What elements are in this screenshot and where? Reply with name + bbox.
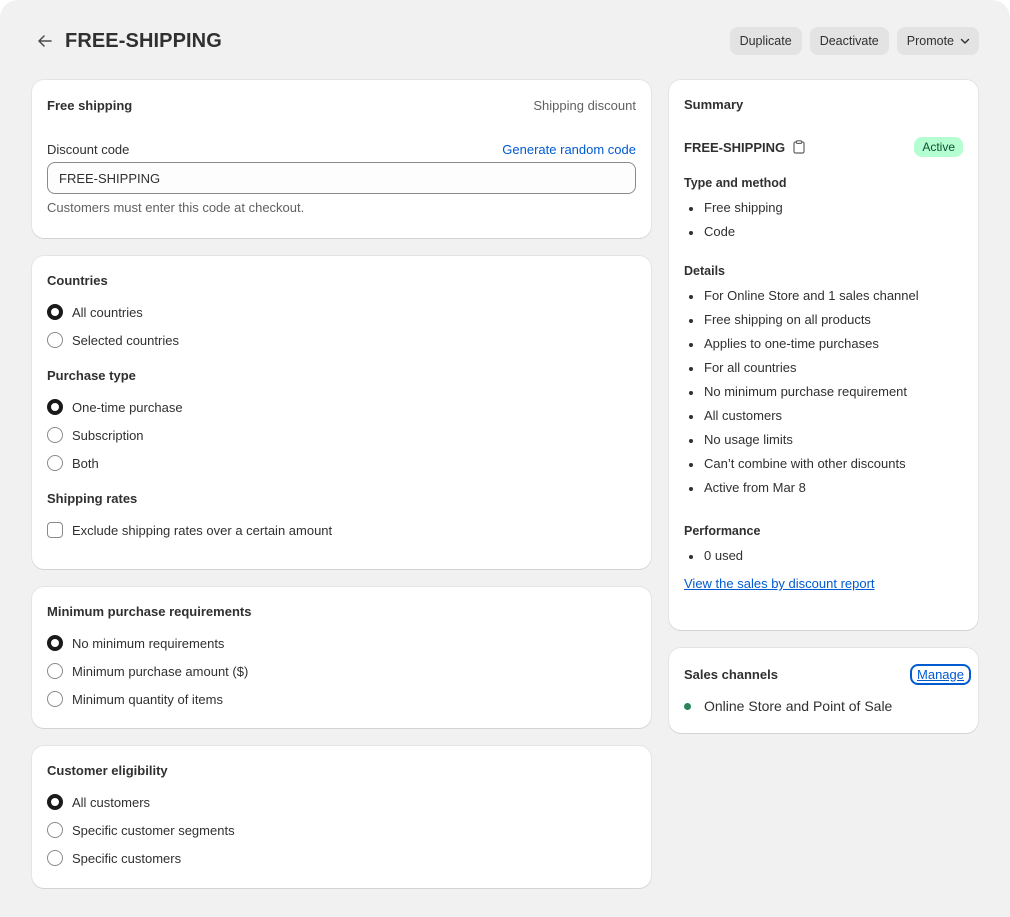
promote-button[interactable]: Promote: [896, 27, 979, 55]
minimum-requirements-card: Minimum purchase requirements No minimum…: [32, 587, 651, 728]
radio-one-time-purchase[interactable]: One-time purchase: [47, 393, 636, 421]
discount-code-help-text: Customers must enter this code at checko…: [47, 200, 305, 215]
radio-minimum-amount[interactable]: Minimum purchase amount ($): [47, 657, 636, 685]
minimum-requirements-title: Minimum purchase requirements: [47, 604, 252, 619]
shipping-rates-title: Shipping rates: [47, 491, 138, 506]
option-label: Minimum quantity of items: [72, 691, 223, 707]
summary-title: Summary: [684, 97, 744, 112]
manage-channels-button[interactable]: Manage: [910, 663, 971, 685]
list-item: Code: [684, 220, 963, 244]
radio-all-customers[interactable]: All customers: [47, 788, 636, 816]
radio-all-countries[interactable]: All countries: [47, 298, 636, 326]
discount-code-label: Discount code: [47, 141, 130, 157]
radio-selected-countries[interactable]: Selected countries: [47, 326, 636, 354]
list-item: For Online Store and 1 sales channel: [684, 284, 963, 308]
list-item: No usage limits: [684, 428, 963, 452]
list-item: No minimum purchase requirement: [684, 380, 963, 404]
radio-both[interactable]: Both: [47, 449, 636, 477]
performance-list: 0 used: [684, 544, 963, 568]
option-label: Both: [72, 455, 99, 471]
list-item: Can’t combine with other discounts: [684, 452, 963, 476]
sales-channels-title: Sales channels: [684, 666, 778, 682]
discount-type-label: Shipping discount: [533, 97, 636, 113]
option-label: Specific customers: [72, 850, 182, 866]
option-label: Subscription: [72, 427, 144, 443]
radio-no-minimum[interactable]: No minimum requirements: [47, 629, 636, 657]
duplicate-button[interactable]: Duplicate: [729, 27, 802, 55]
arrow-left-icon: [38, 35, 52, 47]
purchase-type-radio-group: One-time purchase Subscription Both: [47, 393, 636, 477]
type-method-title: Type and method: [684, 176, 787, 190]
option-label: Specific customer segments: [72, 822, 235, 838]
radio-unselected[interactable]: [47, 332, 63, 348]
details-title: Details: [684, 264, 725, 278]
chevron-down-icon: [960, 38, 970, 44]
list-item: Free shipping on all products: [684, 308, 963, 332]
page-frame: FREE-SHIPPING Duplicate Deactivate Promo…: [0, 0, 1010, 917]
performance-title: Performance: [684, 524, 761, 538]
option-label: No minimum requirements: [72, 635, 225, 651]
radio-unselected[interactable]: [47, 663, 63, 679]
sales-channel-item: Online Store and Point of Sale: [684, 698, 971, 714]
purchase-type-title: Purchase type: [47, 368, 136, 383]
clipboard-icon[interactable]: [793, 140, 805, 154]
back-button[interactable]: [34, 30, 56, 52]
duplicate-label: Duplicate: [739, 34, 792, 48]
summary-code: FREE-SHIPPING: [684, 139, 786, 155]
page-title: FREE-SHIPPING: [65, 29, 222, 52]
countries-radio-group: All countries Selected countries: [47, 298, 636, 354]
status-badge: Active: [914, 137, 963, 157]
radio-selected[interactable]: [47, 794, 63, 810]
discount-code-card: Free shipping Shipping discount Discount…: [32, 80, 651, 238]
sales-channels-card: Sales channels Manage Online Store and P…: [669, 648, 978, 733]
radio-unselected[interactable]: [47, 822, 63, 838]
list-item: For all countries: [684, 356, 963, 380]
customer-eligibility-card: Customer eligibility All customers Speci…: [32, 746, 651, 888]
radio-selected[interactable]: [47, 304, 63, 320]
radio-specific-segments[interactable]: Specific customer segments: [47, 816, 636, 844]
option-label: One-time purchase: [72, 399, 183, 415]
list-item: Active from Mar 8: [684, 476, 963, 500]
promote-label: Promote: [906, 34, 954, 48]
radio-minimum-quantity[interactable]: Minimum quantity of items: [47, 685, 636, 713]
radio-unselected[interactable]: [47, 691, 63, 707]
option-label: Minimum purchase amount ($): [72, 663, 249, 679]
customer-eligibility-radio-group: All customers Specific customer segments…: [47, 788, 636, 872]
checkbox-label: Exclude shipping rates over a certain am…: [72, 522, 333, 538]
channel-name: Online Store and Point of Sale: [704, 698, 893, 714]
checkbox-unchecked[interactable]: [47, 522, 63, 538]
generate-random-code-link[interactable]: Generate random code: [502, 142, 636, 157]
radio-selected[interactable]: [47, 399, 63, 415]
page-header: FREE-SHIPPING Duplicate Deactivate Promo…: [32, 27, 979, 55]
minimum-requirements-radio-group: No minimum requirements Minimum purchase…: [47, 629, 636, 713]
channel-status-dot: [684, 702, 691, 710]
radio-selected[interactable]: [47, 635, 63, 651]
deactivate-button[interactable]: Deactivate: [809, 27, 889, 55]
sales-report-link[interactable]: View the sales by discount report: [684, 576, 875, 591]
list-item: Applies to one-time purchases: [684, 332, 963, 356]
exclude-shipping-rates-checkbox[interactable]: Exclude shipping rates over a certain am…: [47, 516, 636, 544]
type-method-list: Free shipping Code: [684, 196, 963, 244]
customer-eligibility-title: Customer eligibility: [47, 763, 168, 778]
radio-specific-customers[interactable]: Specific customers: [47, 844, 636, 872]
discount-code-input[interactable]: [47, 162, 636, 194]
shipping-options-card: Countries All countries Selected countri…: [32, 256, 651, 569]
radio-unselected[interactable]: [47, 427, 63, 443]
details-list: For Online Store and 1 sales channel Fre…: [684, 284, 963, 500]
list-item: 0 used: [684, 544, 963, 568]
radio-unselected[interactable]: [47, 455, 63, 471]
deactivate-label: Deactivate: [819, 34, 879, 48]
radio-unselected[interactable]: [47, 850, 63, 866]
option-label: All countries: [72, 304, 143, 320]
option-label: All customers: [72, 794, 151, 810]
header-actions: Duplicate Deactivate Promote: [729, 27, 979, 55]
option-label: Selected countries: [72, 332, 179, 348]
summary-card: Summary FREE-SHIPPING Active Type and me…: [669, 80, 978, 630]
list-item: Free shipping: [684, 196, 963, 220]
list-item: All customers: [684, 404, 963, 428]
radio-subscription[interactable]: Subscription: [47, 421, 636, 449]
countries-title: Countries: [47, 273, 108, 288]
card-title: Free shipping: [47, 97, 133, 113]
